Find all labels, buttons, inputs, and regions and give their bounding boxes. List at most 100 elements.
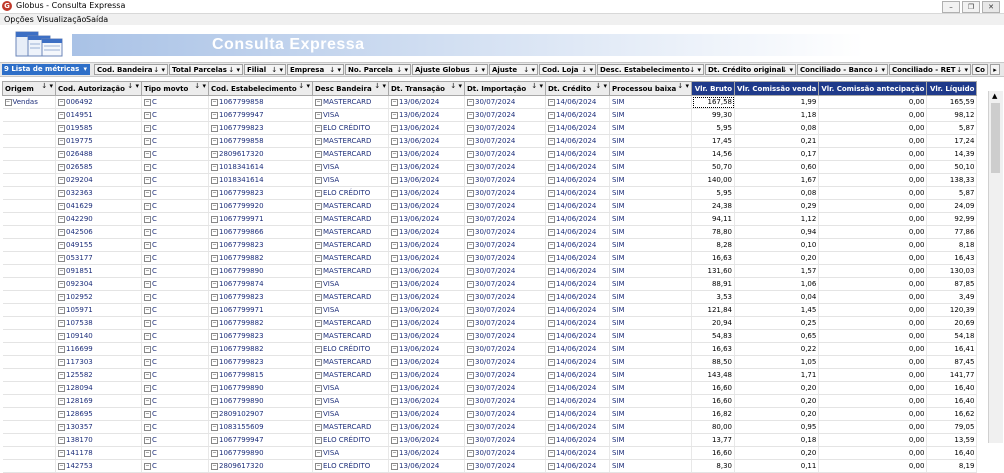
collapse-icon[interactable]: − <box>144 189 151 197</box>
toolbar-field[interactable]: Total Parcelas ↓ ▾ <box>169 64 243 75</box>
collapse-icon[interactable]: − <box>315 176 322 184</box>
collapse-icon[interactable]: − <box>548 241 555 249</box>
collapse-icon[interactable]: − <box>211 189 218 197</box>
collapse-icon[interactable]: − <box>391 436 398 444</box>
collapse-icon[interactable]: − <box>58 280 65 288</box>
collapse-icon[interactable]: − <box>211 202 218 210</box>
collapse-icon[interactable]: − <box>467 397 474 405</box>
collapse-icon[interactable]: − <box>467 241 474 249</box>
menu-saida[interactable]: Saída <box>86 14 108 25</box>
collapse-icon[interactable]: − <box>548 306 555 314</box>
collapse-icon[interactable]: − <box>391 124 398 132</box>
collapse-icon[interactable]: − <box>144 228 151 236</box>
collapse-icon[interactable]: − <box>467 332 474 340</box>
collapse-icon[interactable]: − <box>391 358 398 366</box>
toolbar-field[interactable]: Cod. Loja ↓ ▾ <box>539 64 596 75</box>
collapse-icon[interactable]: − <box>548 228 555 236</box>
table-row[interactable]: −019775− C −1067799858− MASTERCARD −13/06/20… <box>2 134 978 148</box>
table-row[interactable]: − Vendas −006492− C −1067799858− MASTERCARD −1… <box>2 95 978 109</box>
collapse-icon[interactable]: − <box>144 345 151 353</box>
toolbar-field[interactable]: Dt. Crédito original ↓ ▾ <box>705 64 796 75</box>
collapse-icon[interactable]: − <box>211 111 218 119</box>
collapse-icon[interactable]: − <box>391 202 398 210</box>
collapse-icon[interactable]: − <box>58 124 65 132</box>
toolbar-field[interactable]: Empresa ↓ ▾ <box>287 64 344 75</box>
collapse-icon[interactable]: − <box>211 397 218 405</box>
collapse-icon[interactable]: − <box>548 267 555 275</box>
collapse-icon[interactable]: − <box>548 189 555 197</box>
toolbar-field[interactable]: Cod. Bandeira ↓ ▾ <box>94 64 168 75</box>
collapse-icon[interactable]: − <box>467 254 474 262</box>
collapse-icon[interactable]: − <box>211 163 218 171</box>
collapse-icon[interactable]: − <box>315 267 322 275</box>
collapse-icon[interactable]: − <box>548 371 555 379</box>
collapse-icon[interactable]: − <box>211 176 218 184</box>
collapse-icon[interactable]: − <box>391 111 398 119</box>
collapse-icon[interactable]: − <box>548 358 555 366</box>
table-row[interactable]: −117303− C −1067799823− MASTERCARD −13/06/20… <box>2 355 978 369</box>
table-row[interactable]: −102952− C −1067799823− MASTERCARD −13/06/20… <box>2 290 978 304</box>
table-row[interactable]: −053177− C −1067799882− MASTERCARD −13/06/20… <box>2 251 978 265</box>
collapse-icon[interactable]: − <box>548 423 555 431</box>
collapse-icon[interactable]: − <box>548 280 555 288</box>
table-row[interactable]: −019585− C −1067799823− ELO CRÉDITO −13/06/2… <box>2 121 978 135</box>
collapse-icon[interactable]: − <box>144 358 151 366</box>
close-icon[interactable]: ✕ <box>982 1 1000 13</box>
collapse-icon[interactable]: − <box>391 254 398 262</box>
toolbar-field[interactable]: Co <box>972 64 988 75</box>
collapse-icon[interactable]: − <box>315 137 322 145</box>
collapse-icon[interactable]: − <box>467 371 474 379</box>
menu-opcoes[interactable]: Opções <box>4 14 34 25</box>
collapse-icon[interactable]: − <box>211 384 218 392</box>
collapse-icon[interactable]: − <box>211 449 218 457</box>
collapse-icon[interactable]: − <box>58 137 65 145</box>
collapse-icon[interactable]: − <box>315 150 322 158</box>
collapse-icon[interactable]: − <box>315 111 322 119</box>
table-row[interactable]: −141178− C −1067799890− VISA −13/06/2024−30/… <box>2 446 978 460</box>
collapse-icon[interactable]: − <box>315 202 322 210</box>
collapse-icon[interactable]: − <box>144 137 151 145</box>
table-row[interactable]: −092304− C −1067799874− VISA −13/06/2024−30/… <box>2 277 978 291</box>
collapse-icon[interactable]: − <box>144 397 151 405</box>
collapse-icon[interactable]: − <box>58 293 65 301</box>
table-row[interactable]: −128169− C −1067799890− VISA −13/06/2024−30/… <box>2 394 978 408</box>
collapse-icon[interactable]: − <box>315 332 322 340</box>
column-header-desc-bandeira[interactable]: Desc Bandeira ↓ ▾ <box>312 81 389 96</box>
collapse-icon[interactable]: − <box>144 215 151 223</box>
collapse-icon[interactable]: − <box>144 410 151 418</box>
collapse-icon[interactable]: − <box>211 371 218 379</box>
collapse-icon[interactable]: − <box>315 345 322 353</box>
collapse-icon[interactable]: − <box>211 436 218 444</box>
toolbar-field[interactable]: Filial ↓ ▾ <box>244 64 286 75</box>
collapse-icon[interactable]: − <box>144 124 151 132</box>
table-row[interactable]: −042290− C −1067799971− MASTERCARD −13/06/20… <box>2 212 978 226</box>
table-row[interactable]: −130357− C −1083155609− MASTERCARD −13/06/20… <box>2 420 978 434</box>
column-header-tipo-movto[interactable]: Tipo movto ↓ ▾ <box>141 81 209 96</box>
collapse-icon[interactable]: − <box>211 124 218 132</box>
collapse-icon[interactable]: − <box>391 397 398 405</box>
collapse-icon[interactable]: − <box>144 176 151 184</box>
collapse-icon[interactable]: − <box>315 449 322 457</box>
collapse-icon[interactable]: − <box>58 384 65 392</box>
collapse-icon[interactable]: − <box>467 384 474 392</box>
column-header-vlr-liquido[interactable]: Vlr. Líquido <box>926 81 978 96</box>
collapse-icon[interactable]: − <box>211 332 218 340</box>
collapse-icon[interactable]: − <box>315 423 322 431</box>
collapse-icon[interactable]: − <box>58 228 65 236</box>
collapse-icon[interactable]: − <box>467 319 474 327</box>
collapse-icon[interactable]: − <box>211 280 218 288</box>
collapse-icon[interactable]: − <box>58 111 65 119</box>
collapse-icon[interactable]: − <box>391 332 398 340</box>
collapse-icon[interactable]: − <box>144 98 151 106</box>
collapse-icon[interactable]: − <box>144 306 151 314</box>
collapse-icon[interactable]: − <box>315 371 322 379</box>
table-row[interactable]: −142753− C −2809617320− ELO CRÉDITO −13/06/2… <box>2 459 978 473</box>
collapse-icon[interactable]: − <box>315 241 322 249</box>
collapse-icon[interactable]: − <box>58 319 65 327</box>
collapse-icon[interactable]: − <box>58 254 65 262</box>
collapse-icon[interactable]: − <box>467 202 474 210</box>
collapse-icon[interactable]: − <box>548 436 555 444</box>
column-header-vlr-comissao-antecipacao[interactable]: Vlr. Comissão antecipação <box>818 81 928 96</box>
table-row[interactable]: −128695− C −2809102907− VISA −13/06/2024−30/… <box>2 407 978 421</box>
collapse-icon[interactable]: − <box>58 189 65 197</box>
